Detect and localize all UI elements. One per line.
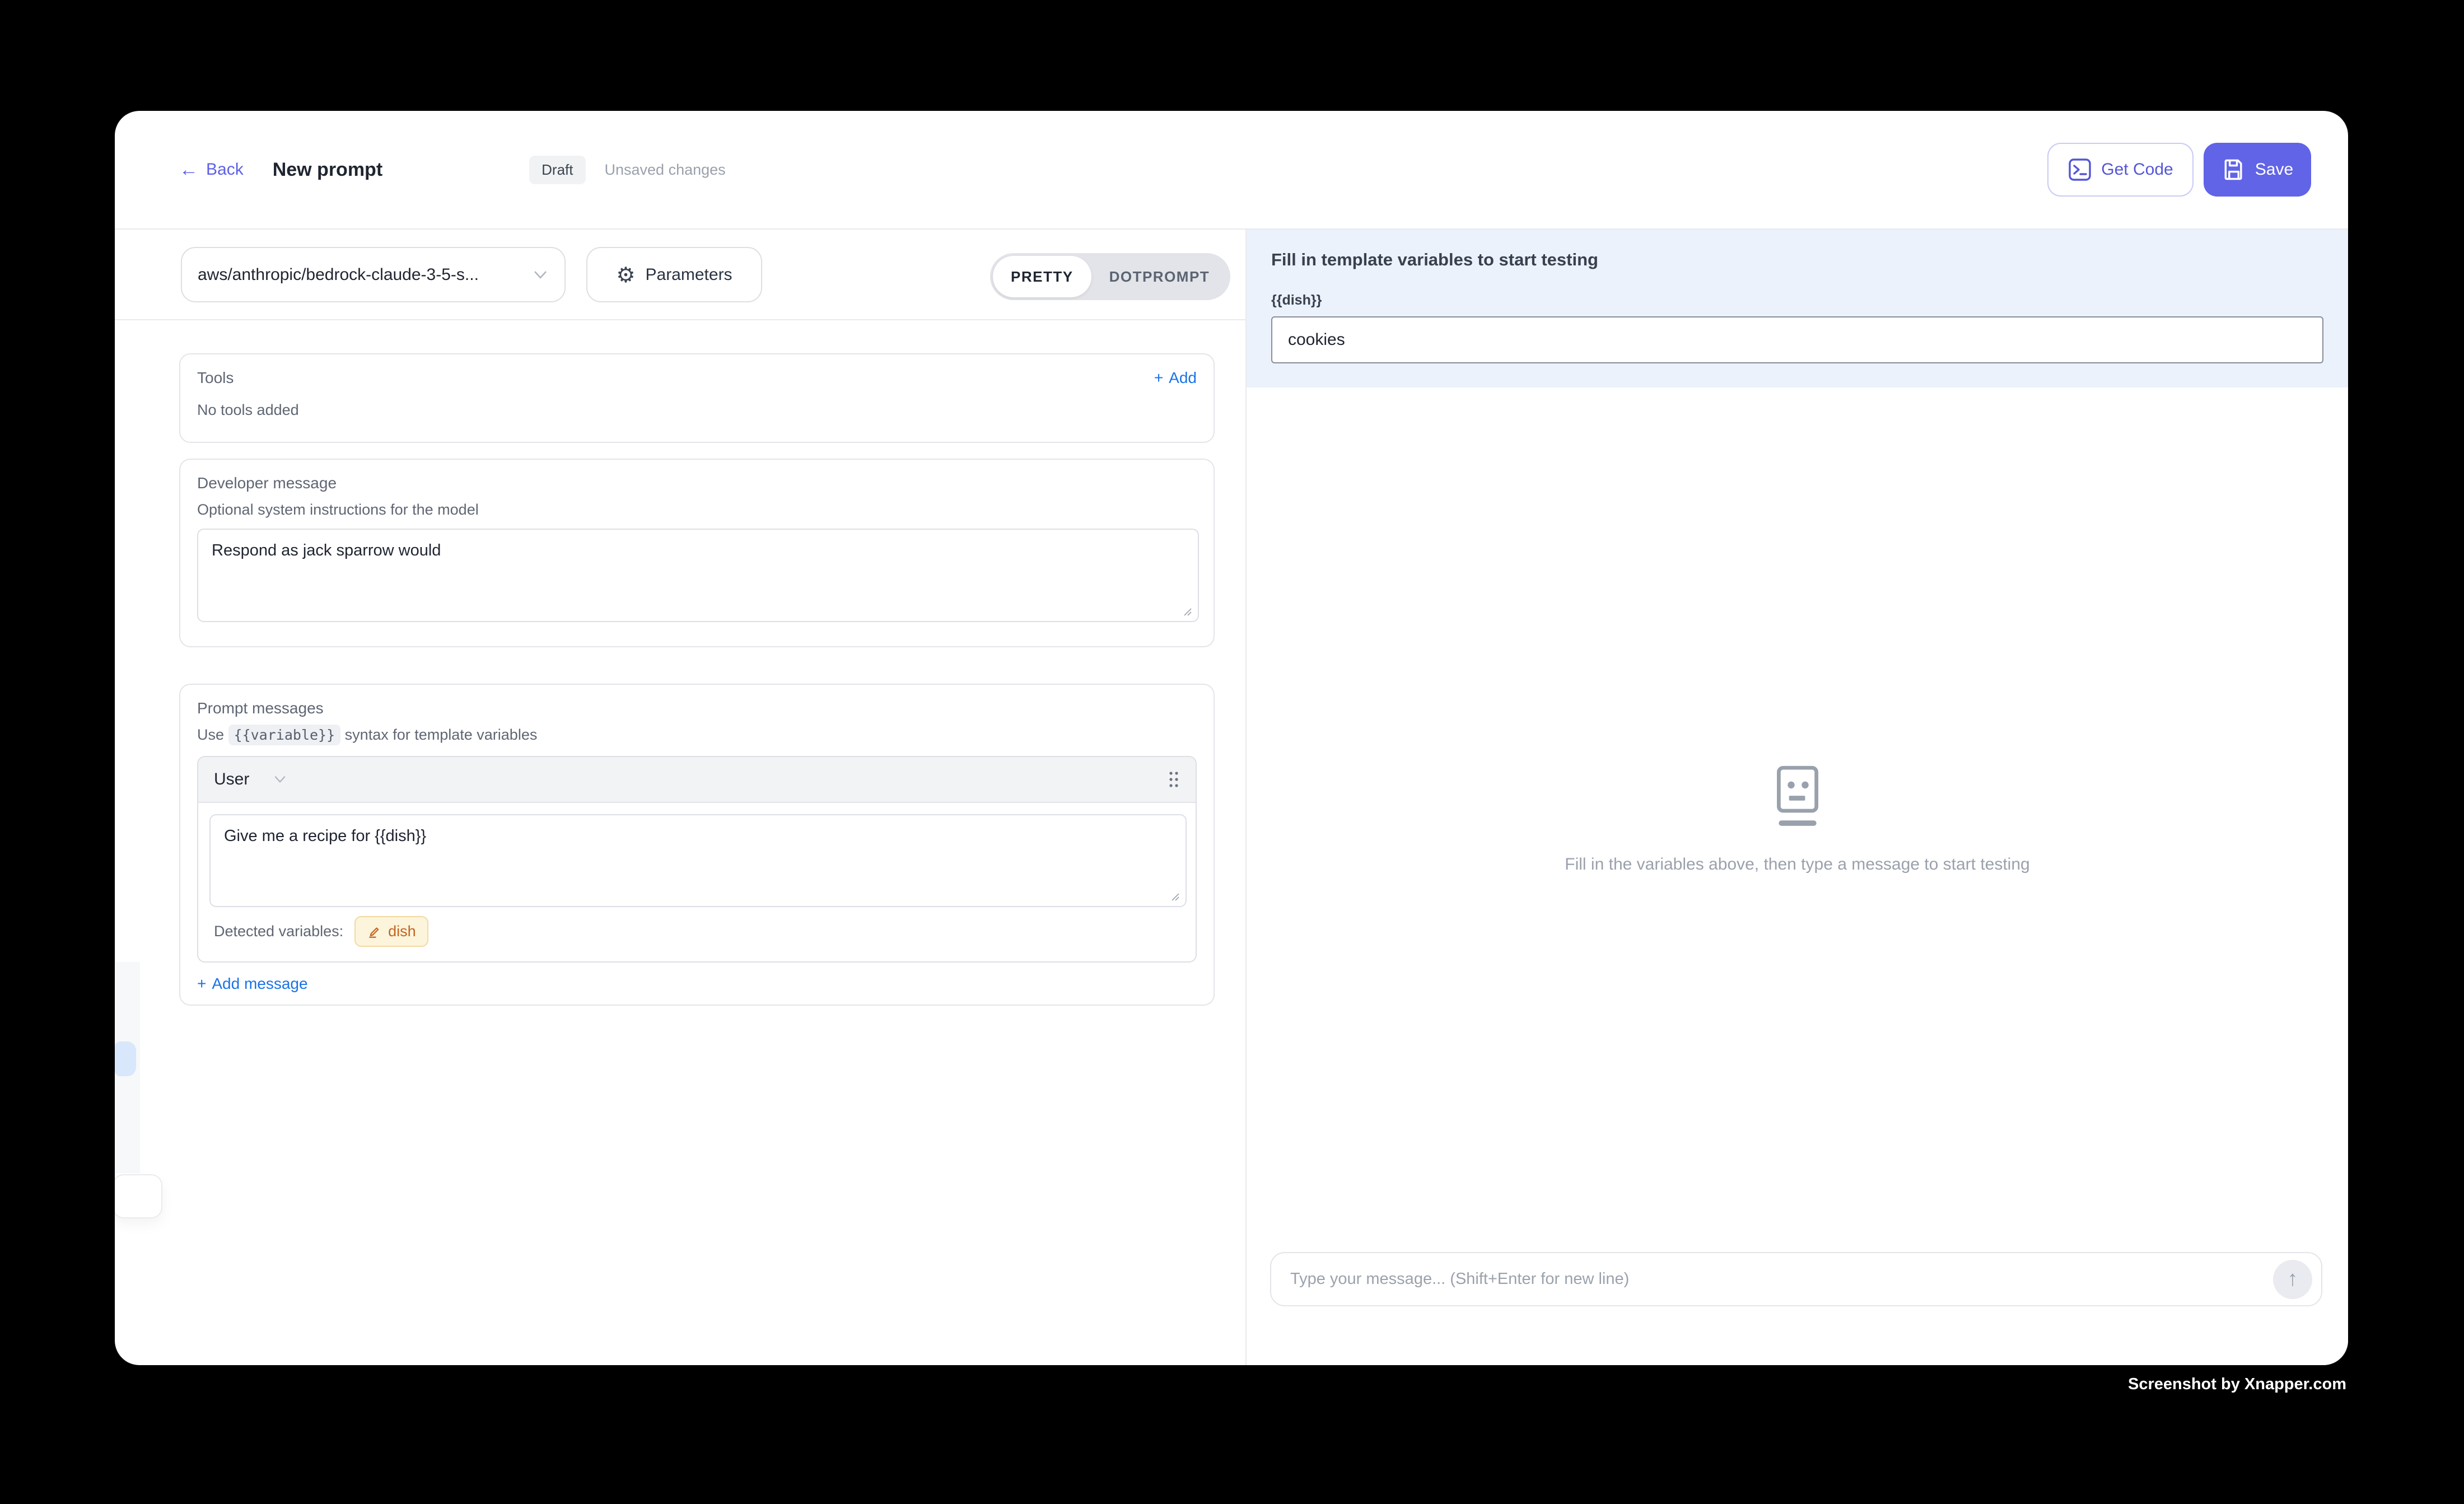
gear-icon: ⚙ xyxy=(616,264,635,286)
template-variables-section: Fill in template variables to start test… xyxy=(1247,230,2348,387)
back-button[interactable]: ← Back xyxy=(179,160,244,179)
detected-variables-row: Detected variables: dish xyxy=(214,916,1180,947)
add-message-label: Add message xyxy=(212,975,307,993)
detected-variables-label: Detected variables: xyxy=(214,923,343,940)
resize-handle-icon[interactable] xyxy=(1182,606,1192,616)
chevron-down-icon[interactable] xyxy=(273,774,287,784)
add-tool-button[interactable]: + Add xyxy=(1154,369,1197,387)
message-header: User xyxy=(198,757,1196,803)
send-button[interactable]: ↑ xyxy=(2273,1260,2312,1299)
prompt-messages-title: Prompt messages xyxy=(197,699,1197,717)
parameters-button[interactable]: ⚙ Parameters xyxy=(586,247,762,302)
page-header: ← Back New prompt Draft Unsaved changes … xyxy=(115,111,2348,230)
developer-message-title: Developer message xyxy=(197,474,1197,492)
variable-badge-label: dish xyxy=(388,923,416,940)
prompt-messages-card: Prompt messages Use {{variable}} syntax … xyxy=(179,684,1215,1006)
variable-value-input[interactable] xyxy=(1271,316,2323,363)
terminal-icon xyxy=(2068,157,2092,182)
developer-message-card: Developer message Optional system instru… xyxy=(179,459,1215,647)
up-arrow-icon: ↑ xyxy=(2288,1267,2298,1291)
robot-face-icon xyxy=(1771,764,1824,830)
role-selector-value: User xyxy=(214,770,249,789)
watermark-text: Screenshot by Xnapper.com xyxy=(2128,1375,2346,1394)
chat-message-input[interactable] xyxy=(1290,1270,2273,1288)
toggle-option-dotprompt[interactable]: DOTPROMPT xyxy=(1091,256,1228,297)
test-panel: Fill in template variables to start test… xyxy=(1245,230,2348,1365)
get-code-button[interactable]: Get Code xyxy=(2047,143,2194,197)
plus-icon: + xyxy=(197,975,206,993)
tools-card: Tools + Add No tools added xyxy=(179,353,1215,443)
developer-message-subtitle: Optional system instructions for the mod… xyxy=(197,501,1197,519)
variable-name-label: {{dish}} xyxy=(1271,292,2321,309)
back-label: Back xyxy=(206,160,244,179)
template-variables-heading: Fill in template variables to start test… xyxy=(1271,250,2321,270)
get-code-label: Get Code xyxy=(2101,160,2173,179)
save-button[interactable]: Save xyxy=(2204,143,2311,197)
hint-suffix: syntax for template variables xyxy=(345,726,538,743)
empty-state-text: Fill in the variables above, then type a… xyxy=(1565,855,2029,874)
chat-input-bar: ↑ xyxy=(1270,1252,2322,1306)
page-title: New prompt xyxy=(273,159,382,181)
prompt-messages-hint: Use {{variable}} syntax for template var… xyxy=(197,726,1197,744)
parameters-label: Parameters xyxy=(646,265,732,284)
sidebar-active-item[interactable] xyxy=(115,1041,136,1076)
hint-prefix: Use xyxy=(197,726,224,743)
variable-syntax-chip: {{variable}} xyxy=(228,725,341,745)
add-message-button[interactable]: + Add message xyxy=(197,975,1197,993)
chevron-down-icon xyxy=(532,269,549,281)
unsaved-changes-text: Unsaved changes xyxy=(605,161,726,179)
tools-title: Tools xyxy=(197,369,234,387)
model-selector-value: aws/anthropic/bedrock-claude-3-5-s... xyxy=(198,265,532,284)
app-window: ← Back New prompt Draft Unsaved changes … xyxy=(115,111,2348,1365)
empty-state: Fill in the variables above, then type a… xyxy=(1247,764,2348,874)
save-label: Save xyxy=(2255,160,2293,179)
message-body: Give me a recipe for {{dish}} Detected v… xyxy=(198,803,1196,961)
plus-icon: + xyxy=(1154,369,1163,387)
developer-message-input[interactable]: Respond as jack sparrow would xyxy=(197,529,1199,622)
view-mode-toggle: PRETTY DOTPROMPT xyxy=(990,253,1230,300)
message-block: User Give me a recipe for {{dish}} xyxy=(197,756,1197,963)
variable-badge-dish[interactable]: dish xyxy=(354,916,428,947)
drag-handle-icon[interactable] xyxy=(1168,770,1180,789)
sidebar-popover xyxy=(115,1174,162,1218)
back-arrow-icon: ← xyxy=(179,160,198,179)
draft-status-badge: Draft xyxy=(529,156,585,184)
toggle-option-pretty[interactable]: PRETTY xyxy=(993,256,1091,297)
resize-handle-icon[interactable] xyxy=(1170,891,1180,902)
save-icon xyxy=(2222,157,2246,182)
add-tool-label: Add xyxy=(1169,369,1197,387)
model-selector[interactable]: aws/anthropic/bedrock-claude-3-5-s... xyxy=(181,247,566,302)
message-content-input[interactable]: Give me a recipe for {{dish}} xyxy=(209,814,1187,907)
left-toolbar: aws/anthropic/bedrock-claude-3-5-s... ⚙ … xyxy=(115,230,1245,320)
edit-pencil-icon xyxy=(367,924,381,939)
tools-empty-text: No tools added xyxy=(197,401,1197,419)
